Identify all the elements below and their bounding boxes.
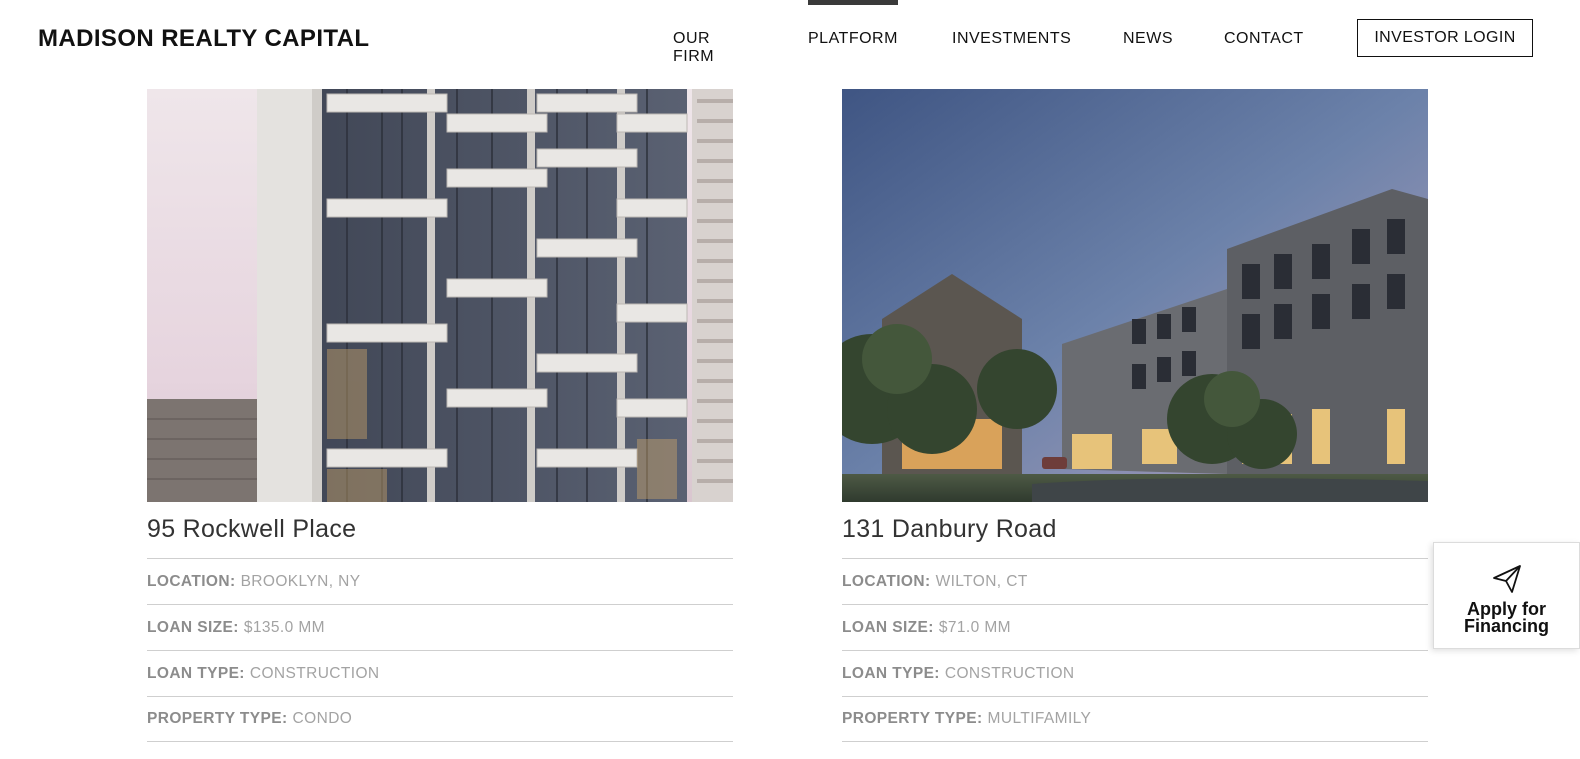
detail-value: BROOKLYN, NY [240, 572, 361, 590]
paper-plane-icon [1492, 565, 1521, 593]
site-header: MADISON REALTY CAPITAL OUR FIRM PLATFORM… [0, 0, 1580, 80]
detail-value: CONSTRUCTION [249, 664, 380, 682]
property-image[interactable] [147, 89, 733, 502]
detail-label: PROPERTY TYPE: [147, 710, 288, 727]
detail-location: LOCATION: BROOKLYN, NY [147, 558, 733, 604]
detail-label: LOAN SIZE: [147, 618, 239, 636]
nav-investments[interactable]: INVESTMENTS [952, 30, 1071, 48]
property-details: LOCATION: WILTON, CT LOAN SIZE: $71.0 MM… [842, 558, 1428, 742]
detail-loan-size: LOAN SIZE: $135.0 MM [147, 604, 733, 650]
detail-label: LOAN TYPE: [147, 664, 245, 682]
property-details: LOCATION: BROOKLYN, NY LOAN SIZE: $135.0… [147, 558, 733, 742]
detail-property-type: PROPERTY TYPE: CONDO [147, 696, 733, 742]
detail-label: LOAN TYPE: [842, 664, 940, 682]
brand-logo[interactable]: MADISON REALTY CAPITAL [38, 25, 369, 53]
detail-loan-size: LOAN SIZE: $71.0 MM [842, 604, 1428, 650]
nav-contact[interactable]: CONTACT [1224, 30, 1304, 48]
detail-value: $71.0 MM [938, 618, 1011, 636]
detail-loan-type: LOAN TYPE: CONSTRUCTION [147, 650, 733, 696]
detail-label: LOAN SIZE: [842, 618, 934, 636]
detail-loan-type: LOAN TYPE: CONSTRUCTION [842, 650, 1428, 696]
detail-property-type: PROPERTY TYPE: MULTIFAMILY [842, 696, 1428, 742]
detail-location: LOCATION: WILTON, CT [842, 558, 1428, 604]
property-title[interactable]: 95 Rockwell Place [147, 515, 733, 558]
detail-value: $135.0 MM [243, 618, 325, 636]
nav-news[interactable]: NEWS [1123, 30, 1173, 48]
detail-value: CONDO [292, 710, 353, 727]
apply-for-financing-button[interactable]: Apply for Financing [1433, 542, 1580, 649]
investment-card: 95 Rockwell Place LOCATION: BROOKLYN, NY… [147, 89, 733, 742]
investment-card: 131 Danbury Road LOCATION: WILTON, CT LO… [842, 89, 1428, 742]
detail-label: LOCATION: [842, 572, 931, 590]
apply-label: Apply for Financing [1464, 600, 1549, 636]
detail-value: CONSTRUCTION [944, 664, 1075, 682]
detail-label: PROPERTY TYPE: [842, 710, 983, 727]
apply-label-line2: Financing [1464, 616, 1549, 636]
property-image[interactable] [842, 89, 1428, 502]
detail-value: MULTIFAMILY [987, 710, 1092, 727]
detail-value: WILTON, CT [935, 572, 1028, 590]
investor-login-button[interactable]: INVESTOR LOGIN [1357, 19, 1533, 57]
property-title[interactable]: 131 Danbury Road [842, 515, 1428, 558]
nav-our-firm[interactable]: OUR FIRM [673, 30, 714, 66]
nav-platform[interactable]: PLATFORM [808, 0, 898, 48]
detail-label: LOCATION: [147, 572, 236, 590]
